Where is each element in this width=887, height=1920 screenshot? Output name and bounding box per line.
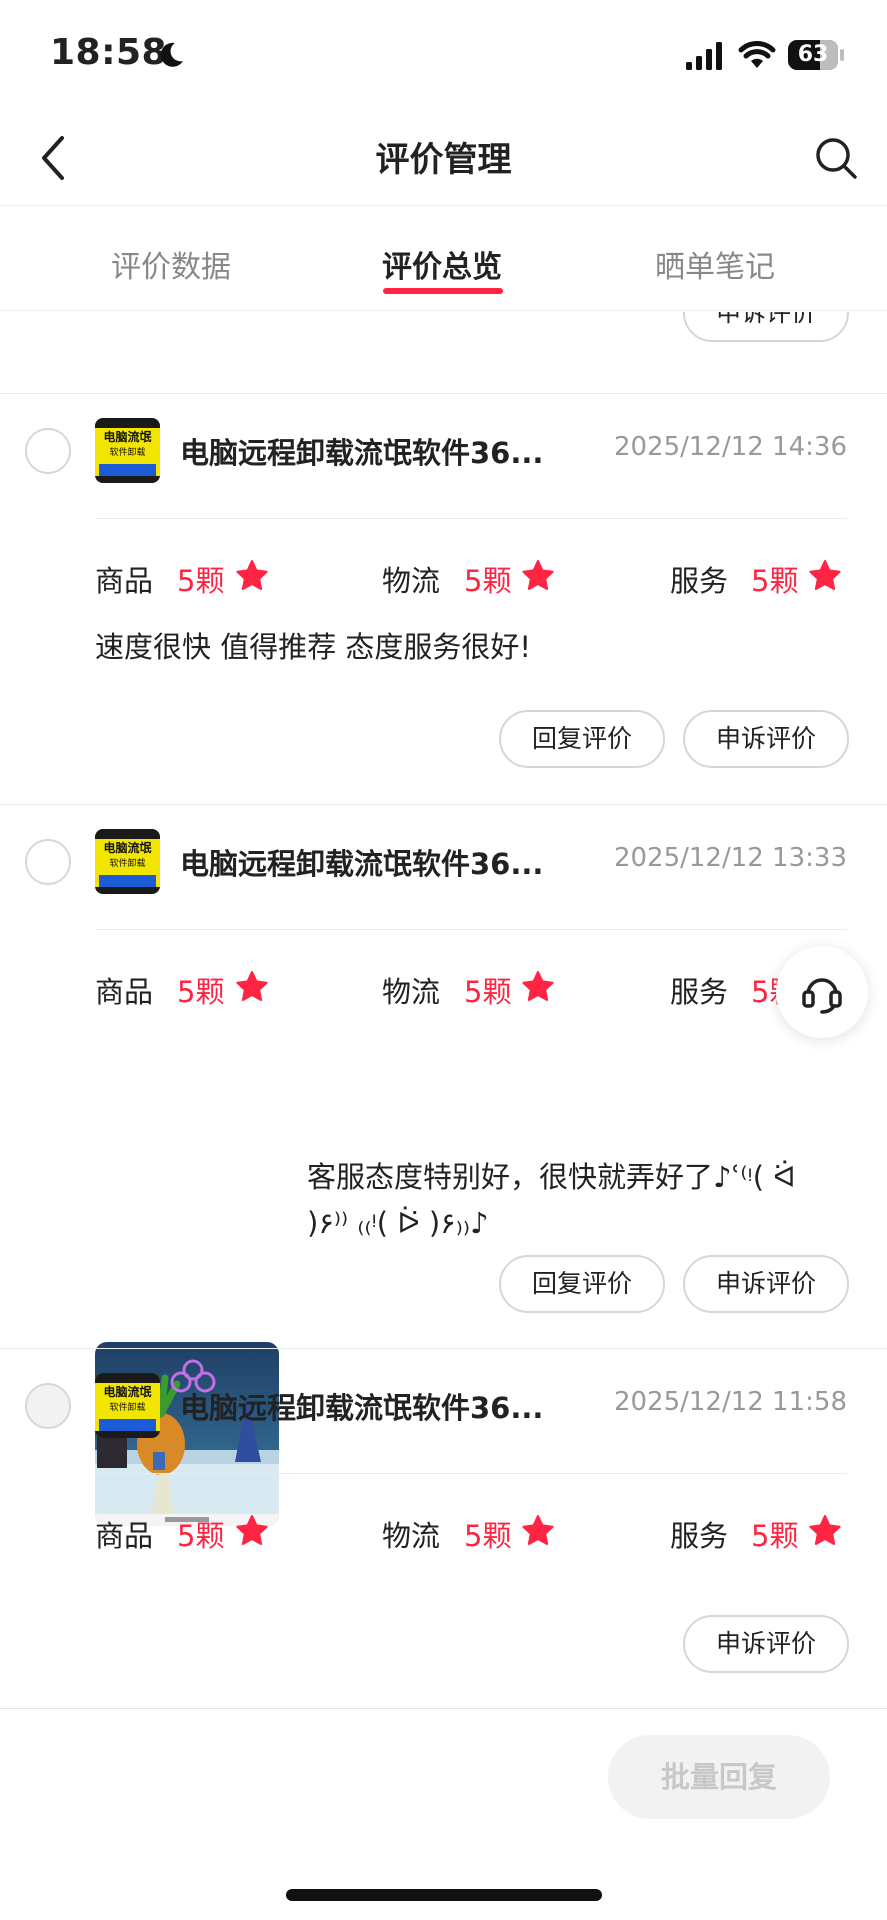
rating-label-product: 商品 [95,975,154,1009]
reply-button[interactable]: 回复评价 [499,1255,665,1313]
divider [95,929,847,930]
star-icon [236,560,268,590]
divider [95,518,847,519]
battery-level: 63 [797,42,829,67]
review-date: 2025/12/12 11:58 [613,1387,847,1417]
thumb-text: 电脑流氓 [103,841,152,855]
rating-label-product: 商品 [95,1519,154,1553]
review-card: 电脑流氓软件卸载 电脑远程卸载流氓软件36... 2025/12/12 11:5… [0,1349,887,1708]
rating-value-logistics: 5颗 [464,1519,512,1553]
appeal-button[interactable]: 申诉评价 [683,710,849,768]
thumb-subtext: 软件卸载 [109,859,146,869]
battery-tip [840,49,844,61]
thumb-subtext: 软件卸载 [109,448,146,458]
rating-value-product: 5颗 [177,975,225,1009]
rating-label-service: 服务 [670,564,729,598]
review-card: 电脑流氓软件卸载 电脑远程卸载流氓软件36... 2025/12/12 14:3… [0,394,887,804]
product-name[interactable]: 电脑远程卸载流氓软件36... [180,430,543,472]
product-name[interactable]: 电脑远程卸载流氓软件36... [180,841,543,883]
thumb-text: 电脑流氓 [103,1385,152,1399]
divider [95,1473,847,1474]
wifi-icon [738,41,776,68]
rating-value-logistics: 5颗 [464,564,512,598]
rating-value-service: 5颗 [751,1519,799,1553]
review-date: 2025/12/12 14:36 [613,432,847,462]
home-indicator [286,1889,602,1901]
status-bar: 18:58 63 [0,0,887,110]
review-list: 申诉评价 电脑流氓 软件卸载 电脑远程卸载流氓软件36... 2025/12/12… [0,312,887,1708]
rating-label-product: 商品 [95,564,154,598]
rating-label-service: 服务 [670,1519,729,1553]
reply-button[interactable]: 回复评价 [499,710,665,768]
active-tab-indicator [383,288,503,294]
star-icon [236,971,268,1001]
batch-reply-button[interactable]: 批量回复 [608,1735,830,1819]
thumb-subtext: 软件卸载 [109,1403,146,1413]
rating-label-logistics: 物流 [382,1519,441,1553]
headset-icon [802,978,842,1014]
page-title: 评价管理 [375,140,512,180]
tab-share-notes[interactable]: 晒单笔记 [605,242,825,286]
appeal-button[interactable]: 申诉评价 [683,1615,849,1673]
appeal-button-partial[interactable]: 申诉评价 [683,312,849,342]
rating-value-logistics: 5颗 [464,975,512,1009]
star-icon [809,1515,841,1545]
select-checkbox-disabled[interactable] [25,1383,71,1429]
review-card: 电脑流氓 软件卸载 电脑远程卸载流氓软件36... 2025/12/12 13:3… [0,805,887,1526]
product-name[interactable]: 电脑远程卸载流氓软件36... [180,1385,543,1427]
review-text: 速度很快 值得推荐 态度服务很好! [95,630,532,664]
review-date: 2025/12/12 13:33 [613,843,847,873]
star-icon [809,560,841,590]
star-icon [236,1515,268,1545]
review-text-line2: )۶⁾⁾ ₍₍ᵎ( ᐖ )۶₎₎♪ [307,1206,489,1240]
rating-label-logistics: 物流 [382,975,441,1009]
signal-icon [686,42,722,70]
product-thumbnail: 电脑流氓 软件卸载 [95,418,160,483]
tab-bar: 评价数据 评价总览 晒单笔记 [0,206,887,311]
tab-review-overview[interactable]: 评价总览 [332,242,552,286]
product-thumbnail: 电脑流氓 软件卸载 [95,1373,160,1438]
appeal-button[interactable]: 申诉评价 [683,1255,849,1313]
rating-value-product: 5颗 [177,1519,225,1553]
rating-label-service: 服务 [670,975,729,1009]
status-time: 18:58 [50,32,168,73]
product-thumbnail: 电脑流氓 软件卸载 [95,829,160,894]
customer-service-button[interactable] [776,946,868,1038]
nav-bar: 评价管理 [0,110,887,206]
star-icon [522,1515,554,1545]
rating-value-product: 5颗 [177,564,225,598]
battery-icon: 63 [788,40,838,70]
star-icon [522,971,554,1001]
select-checkbox[interactable] [25,839,71,885]
rating-label-logistics: 物流 [382,564,441,598]
review-text-line1: 客服态度特别好，很快就弄好了♪ʿ⁽ᵎ( ᐛ [307,1160,796,1194]
tab-review-data[interactable]: 评价数据 [61,242,281,286]
star-icon [522,560,554,590]
rating-value-service: 5颗 [751,564,799,598]
thumb-text: 电脑流氓 [103,430,152,444]
moon-icon [160,42,183,67]
select-checkbox[interactable] [25,428,71,474]
search-icon[interactable] [812,134,860,182]
